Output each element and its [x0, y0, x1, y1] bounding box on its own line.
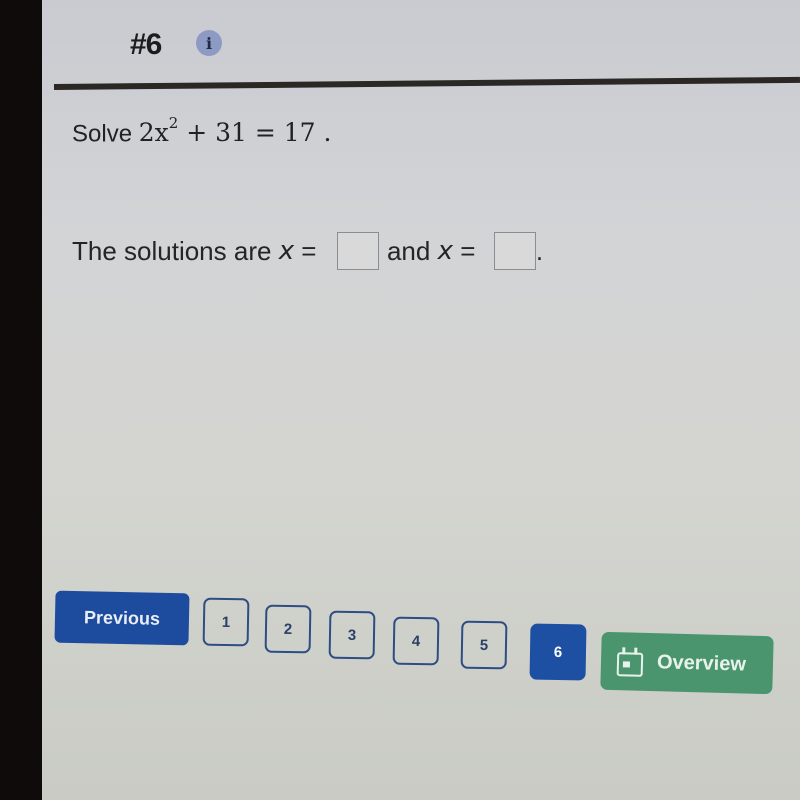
- page-button-5[interactable]: 5: [460, 620, 508, 670]
- overview-button[interactable]: Overview: [600, 631, 774, 695]
- screen: #6 i Solve 2x2 + 31 = 17 . The solutions…: [42, 0, 800, 800]
- overview-label: Overview: [656, 650, 747, 676]
- page-button-3[interactable]: 3: [328, 610, 376, 660]
- page-button-2[interactable]: 2: [264, 604, 312, 654]
- previous-button[interactable]: Previous: [54, 590, 190, 646]
- calendar-icon: [616, 647, 644, 677]
- page-button-4[interactable]: 4: [392, 616, 440, 666]
- page-button-6-current[interactable]: 6: [529, 623, 587, 681]
- page-button-1[interactable]: 1: [202, 597, 250, 647]
- question-navigation: Previous 1 2 3 4 5 6 Overview: [42, 0, 800, 800]
